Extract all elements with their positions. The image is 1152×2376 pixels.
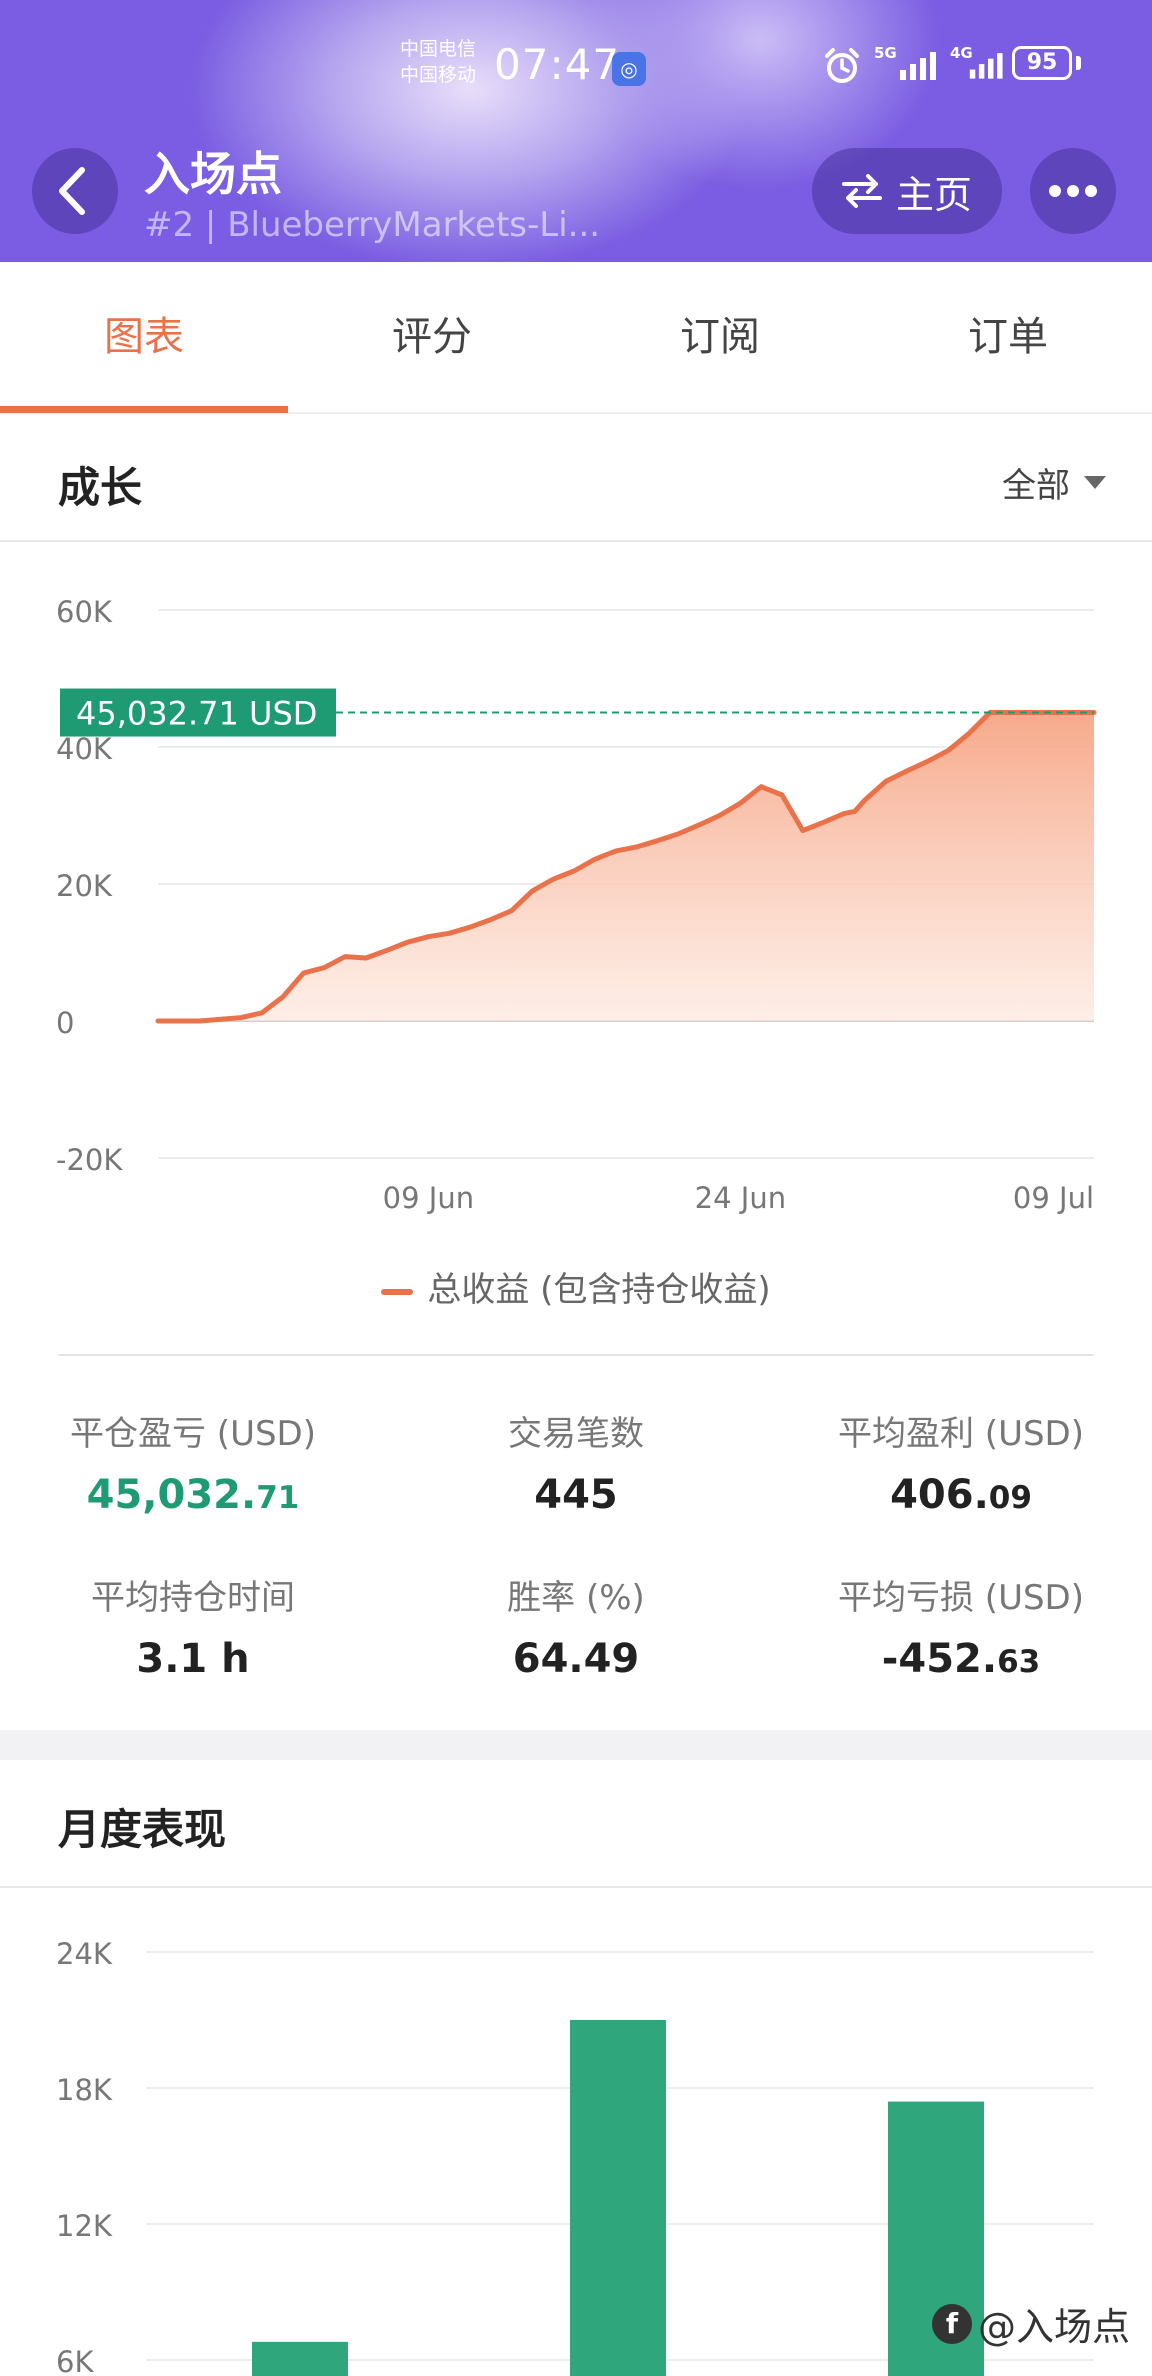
watermark-label: @入场点 (978, 2305, 1131, 2349)
stat-label-trade-count: 交易笔数 (508, 1414, 644, 1454)
stat-value-avg-profit: 406.09 (796, 1472, 1126, 1518)
chevron-left-icon (59, 167, 85, 215)
more-button[interactable] (1030, 148, 1116, 234)
x-tick-label: 09 Jun (383, 1181, 474, 1215)
stat-value-avg-loss: -452.63 (796, 1636, 1126, 1682)
stat-int: -452. (881, 1636, 998, 1682)
monthly-bar (252, 2341, 348, 2376)
home-button-label: 主页 (895, 172, 972, 217)
account-subtitle: #2 | BlueberryMarkets-Li... (144, 205, 601, 245)
growth-legend: 总收益 (包含持仓收益) (0, 1262, 1152, 1311)
swap-icon (841, 174, 882, 208)
y-tick-label: 24K (56, 1937, 113, 1971)
legend-swatch (381, 1288, 414, 1295)
notification-app-icon: ◎ (612, 52, 646, 86)
stat-value-trade-count: 445 (411, 1472, 741, 1518)
stat-label-avg-profit: 平均盈利 (USD) (838, 1414, 1084, 1454)
stat-label-avg-loss: 平均亏损 (USD) (838, 1578, 1084, 1618)
app-header: 中国电信 中国移动 07:47 ◎ 5G 4G 95 入场点 #2 | Blue… (0, 0, 1152, 262)
y-tick-label: 0 (56, 1006, 74, 1040)
current-value-text: 45,032.71 USD (76, 695, 317, 733)
watermark: f @入场点 (932, 2296, 1130, 2351)
more-icon (1049, 185, 1097, 197)
status-bar: 中国电信 中国移动 07:47 ◎ 5G 4G 95 (0, 30, 1152, 110)
stat-int: 64.49 (512, 1636, 640, 1682)
legend-label: 总收益 (包含持仓收益) (427, 1270, 771, 1310)
tab-rating[interactable]: 评分 (288, 262, 576, 412)
signal-icon (969, 53, 1003, 79)
active-tab-indicator (0, 406, 288, 413)
range-filter-dropdown[interactable]: 全部 (1002, 458, 1106, 507)
section-gap (0, 1730, 1152, 1760)
tab-orders[interactable]: 订单 (864, 262, 1152, 412)
network-5g-label: 5G (874, 44, 897, 62)
caret-down-icon (1084, 476, 1106, 489)
x-tick-label: 09 Jul (1013, 1181, 1094, 1215)
battery-icon: 95 (1012, 46, 1072, 80)
page-title: 入场点 (144, 147, 282, 201)
y-tick-label: 12K (56, 2209, 113, 2243)
stat-frac: 63 (997, 1644, 1041, 1680)
signal-icon (900, 52, 936, 80)
y-tick-label: 6K (56, 2345, 94, 2376)
stat-int: 406. (890, 1472, 989, 1518)
growth-chart[interactable]: -20K 0 20K 40K 60K 09 Jun 24 Jun 09 Jul 45,032.7… (0, 540, 1152, 1240)
alarm-icon (825, 48, 859, 83)
y-tick-label: 60K (56, 595, 113, 629)
growth-section-header: 成长 全部 (0, 414, 1152, 542)
stat-value-avg-hold-time: 3.1 h (28, 1636, 358, 1682)
stat-int: 45,032. (86, 1472, 257, 1518)
platform-logo-icon: f (932, 2303, 972, 2344)
growth-area (158, 712, 1094, 1021)
stat-label-closed-pnl: 平仓盈亏 (USD) (70, 1414, 316, 1454)
monthly-section-header: 月度表现 (0, 1760, 1152, 1888)
stat-label-avg-hold-time: 平均持仓时间 (91, 1578, 295, 1618)
stat-int: 3.1 h (136, 1636, 250, 1682)
clock: 07:47 (494, 40, 621, 89)
stat-value-closed-pnl: 45,032.71 (28, 1472, 358, 1518)
stat-frac: 09 (988, 1480, 1032, 1516)
y-tick-label: 20K (56, 869, 113, 903)
section-divider (58, 1354, 1094, 1356)
y-tick-label: -20K (56, 1143, 123, 1177)
x-tick-label: 24 Jun (695, 1181, 786, 1215)
monthly-title: 月度表现 (58, 1805, 227, 1854)
stat-value-win-rate: 64.49 (411, 1636, 741, 1682)
carrier-2: 中国移动 (400, 64, 477, 86)
carrier-labels: 中国电信 中国移动 (400, 36, 476, 88)
back-button[interactable] (32, 148, 118, 234)
tab-bar: 图表 评分 订阅 订单 (0, 262, 1152, 414)
stat-int: 445 (534, 1472, 618, 1518)
tab-chart[interactable]: 图表 (0, 262, 288, 412)
stat-frac: 71 (256, 1480, 300, 1516)
growth-title: 成长 (58, 463, 143, 512)
stat-label-win-rate: 胜率 (%) (507, 1578, 645, 1618)
range-filter-label: 全部 (1002, 466, 1070, 506)
battery-tip (1076, 56, 1081, 70)
carrier-1: 中国电信 (400, 38, 477, 60)
y-tick-label: 18K (56, 2073, 113, 2107)
tab-subscribe[interactable]: 订阅 (576, 262, 864, 412)
y-tick-label: 40K (56, 732, 113, 766)
home-button[interactable]: 主页 (812, 148, 1002, 234)
monthly-bar (570, 2020, 666, 2376)
